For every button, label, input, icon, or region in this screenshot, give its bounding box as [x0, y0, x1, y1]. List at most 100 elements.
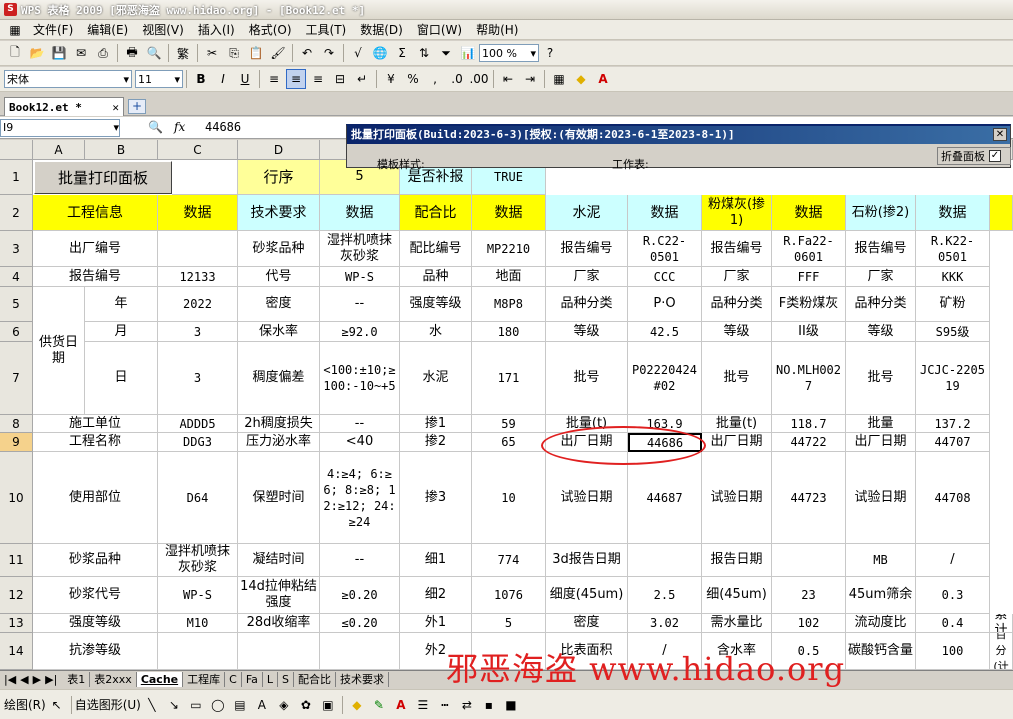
cell-f8[interactable]: 掺1: [400, 415, 472, 433]
cell-n2[interactable]: [990, 195, 1013, 231]
cell-e12[interactable]: ≥0.20: [320, 577, 400, 614]
cell-e2[interactable]: 数据: [320, 195, 400, 231]
row-header-9[interactable]: 9: [0, 433, 33, 452]
select-pointer-icon[interactable]: ↖: [47, 695, 67, 715]
cell-i6[interactable]: 42.5: [628, 322, 702, 342]
cell-c1[interactable]: [172, 160, 238, 195]
draw-menu[interactable]: 绘图(R): [4, 696, 46, 713]
chart-icon[interactable]: 📊: [458, 43, 478, 63]
format-painter-icon[interactable]: 🖌: [268, 43, 288, 63]
cell-m2[interactable]: 数据: [916, 195, 990, 231]
cell-ab12[interactable]: 砂浆代号: [33, 577, 158, 614]
cell-g12[interactable]: 1076: [472, 577, 546, 614]
undo-icon[interactable]: ↶: [297, 43, 317, 63]
last-sheet-icon[interactable]: ▶|: [45, 673, 57, 686]
help-icon[interactable]: ?: [540, 43, 560, 63]
col-header-d[interactable]: D: [238, 140, 320, 160]
zoom-select[interactable]: 100 % ▾: [479, 44, 539, 62]
line-style-icon[interactable]: ☰: [413, 695, 433, 715]
cell-e10[interactable]: 4:≥4; 6:≥6; 8:≥8; 12:≥12; 24:≥24: [320, 452, 400, 544]
cell-f9[interactable]: 掺2: [400, 433, 472, 452]
cell-c12[interactable]: WP-S: [158, 577, 238, 614]
decrease-decimal-icon[interactable]: .00: [469, 69, 489, 89]
fill-color-icon[interactable]: ◆: [571, 69, 591, 89]
row-header-6[interactable]: 6: [0, 322, 33, 342]
menu-help[interactable]: 帮助(H): [469, 21, 525, 38]
traditional-chinese-icon[interactable]: 繁: [173, 43, 193, 63]
function-icon[interactable]: √: [348, 43, 368, 63]
first-sheet-icon[interactable]: |◀: [4, 673, 16, 686]
shadow-icon[interactable]: ▪: [479, 695, 499, 715]
cell-c2[interactable]: 数据: [158, 195, 238, 231]
increase-decimal-icon[interactable]: .0: [447, 69, 467, 89]
cell-k6[interactable]: II级: [772, 322, 846, 342]
sheet-tab-6[interactable]: Fa: [242, 672, 263, 687]
font-name-select[interactable]: 宋体 ▾: [4, 70, 132, 88]
cell-h6[interactable]: 等级: [546, 322, 628, 342]
decrease-indent-icon[interactable]: ⇤: [498, 69, 518, 89]
dash-style-icon[interactable]: ┅: [435, 695, 455, 715]
cell-l10[interactable]: 试验日期: [846, 452, 916, 544]
3d-icon[interactable]: ■: [501, 695, 521, 715]
cell-g7[interactable]: 171: [472, 342, 546, 415]
collapse-panel-checkbox[interactable]: ✓: [989, 150, 1001, 162]
row-header-8[interactable]: 8: [0, 415, 33, 433]
cell-d10[interactable]: 保塑时间: [238, 452, 320, 544]
cell-f2[interactable]: 配合比: [400, 195, 472, 231]
cell-c7[interactable]: 3: [158, 342, 238, 415]
cell-e8[interactable]: --: [320, 415, 400, 433]
cell-m10[interactable]: 44708: [916, 452, 990, 544]
cell-m6[interactable]: S95级: [916, 322, 990, 342]
cell-j12[interactable]: 细(45um): [702, 577, 772, 614]
align-left-icon[interactable]: ≡: [264, 69, 284, 89]
cell-m7[interactable]: JCJC-220519: [916, 342, 990, 415]
cell-ab13[interactable]: 强度等级: [33, 614, 158, 633]
cell-h10[interactable]: 试验日期: [546, 452, 628, 544]
batch-print-button[interactable]: 批量打印面板: [34, 161, 172, 194]
cell-k10[interactable]: 44723: [772, 452, 846, 544]
cell-i4[interactable]: CCC: [628, 267, 702, 287]
prev-sheet-icon[interactable]: ◀: [20, 673, 28, 686]
cell-e14[interactable]: [320, 633, 400, 670]
cell-c10[interactable]: D64: [158, 452, 238, 544]
shape-font-color-icon[interactable]: A: [391, 695, 411, 715]
cell-e5[interactable]: --: [320, 287, 400, 322]
cell-h12[interactable]: 细度(45um): [546, 577, 628, 614]
name-box[interactable]: I9 ▾: [0, 119, 120, 137]
cell-l9[interactable]: 出厂日期: [846, 433, 916, 452]
cell-a5-supply-date[interactable]: 供货日期: [33, 287, 85, 415]
menu-edit[interactable]: 编辑(E): [80, 21, 135, 38]
cell-k5[interactable]: F类粉煤灰: [772, 287, 846, 322]
cell-m11[interactable]: /: [916, 544, 990, 577]
cell-g11[interactable]: 774: [472, 544, 546, 577]
cell-m8[interactable]: 137.2: [916, 415, 990, 433]
cell-k8[interactable]: 118.7: [772, 415, 846, 433]
cell-m5[interactable]: 矿粉: [916, 287, 990, 322]
cell-g13[interactable]: 5: [472, 614, 546, 633]
cell-e6[interactable]: ≥92.0: [320, 322, 400, 342]
cell-e4[interactable]: WP-S: [320, 267, 400, 287]
cell-ab9[interactable]: 工程名称: [33, 433, 158, 452]
font-size-select[interactable]: 11 ▾: [135, 70, 183, 88]
cell-j4[interactable]: 厂家: [702, 267, 772, 287]
paste-icon[interactable]: 📋: [246, 43, 266, 63]
fx-label[interactable]: fx: [174, 120, 185, 134]
cell-l3[interactable]: 报告编号: [846, 231, 916, 267]
cell-i11[interactable]: [628, 544, 702, 577]
new-file-icon[interactable]: 🗋: [5, 43, 25, 63]
cell-d6[interactable]: 保水率: [238, 322, 320, 342]
row-header-13[interactable]: 13: [0, 614, 33, 633]
sheet-tab-5[interactable]: C: [225, 672, 242, 687]
arrow-style-icon[interactable]: ⇄: [457, 695, 477, 715]
sheet-tab-8[interactable]: S: [278, 672, 294, 687]
print-icon[interactable]: 🖶: [122, 43, 142, 63]
cell-c13[interactable]: M10: [158, 614, 238, 633]
cell-m4[interactable]: KKK: [916, 267, 990, 287]
cell-i2[interactable]: 数据: [628, 195, 702, 231]
cell-m14[interactable]: 100: [916, 633, 990, 670]
cell-g8[interactable]: 59: [472, 415, 546, 433]
cell-f3[interactable]: 配比编号: [400, 231, 472, 267]
cell-b6[interactable]: 月: [85, 322, 158, 342]
cell-l14[interactable]: 碳酸钙含量: [846, 633, 916, 670]
cell-g9[interactable]: 65: [472, 433, 546, 452]
